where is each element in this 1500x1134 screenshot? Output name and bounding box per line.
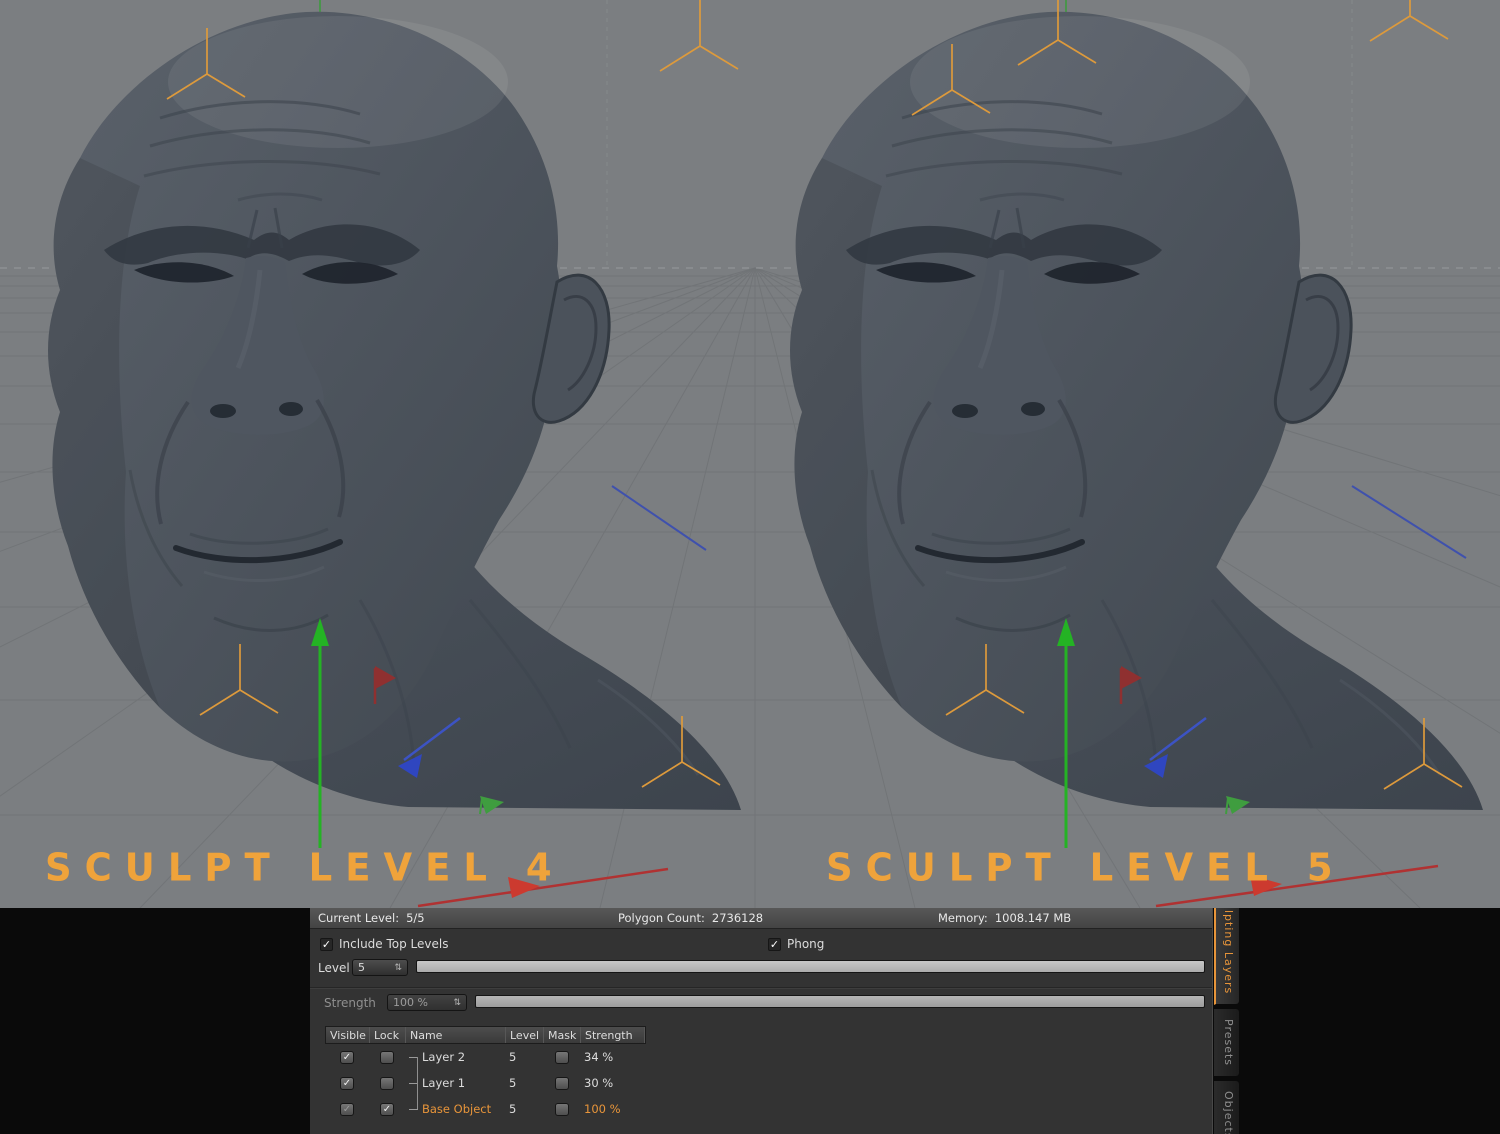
level-label: Level: [318, 961, 350, 975]
memory-label: Memory:: [938, 911, 988, 925]
tab-sculpting-layers[interactable]: Sculpting Layers: [1214, 908, 1240, 1006]
strength-dropdown[interactable]: 100 % ⇅: [387, 994, 467, 1011]
header-name: Name: [406, 1027, 506, 1043]
layer-level: 5: [509, 1050, 517, 1064]
panel-content: Current Level: 5/5 Polygon Count: 2736128 …: [310, 908, 1213, 1134]
current-level-value: 5/5: [406, 911, 425, 925]
layer-name[interactable]: Base Object: [422, 1102, 491, 1116]
panel-statusbar: Current Level: 5/5 Polygon Count: 2736128 …: [310, 908, 1212, 929]
include-top-levels-label: Include Top Levels: [339, 937, 449, 951]
visible-checkbox[interactable]: ✓: [340, 1076, 354, 1090]
tab-presets[interactable]: Presets: [1214, 1008, 1240, 1078]
mask-checkbox[interactable]: [554, 1102, 569, 1116]
side-tab-strip: Sculpting Layers Presets Objects: [1214, 908, 1251, 1134]
strength-value: 100 %: [393, 996, 428, 1009]
layer-row-layer1[interactable]: ✓ Layer 1 5 30 %: [325, 1070, 646, 1096]
memory-status: Memory: 1008.147 MB: [938, 911, 1071, 925]
sculpting-layers-panel: Current Level: 5/5 Polygon Count: 2736128 …: [0, 908, 1500, 1134]
viewport-3d[interactable]: SCULPT LEVEL 4 SCULPT LEVEL 5: [0, 0, 1500, 908]
lock-checkbox[interactable]: ✓: [380, 1102, 394, 1116]
layer-row-layer2[interactable]: ✓ Layer 2 5 34 %: [325, 1044, 646, 1070]
viewport-canvas[interactable]: [0, 0, 1500, 908]
level-value: 5: [358, 961, 365, 974]
header-visible: Visible: [326, 1027, 370, 1043]
phong-label: Phong: [787, 937, 825, 951]
check-icon[interactable]: ✓: [768, 937, 781, 951]
polygon-count-label: Polygon Count:: [618, 911, 705, 925]
sculpt-level-4-label: SCULPT LEVEL 4: [45, 845, 565, 890]
header-mask: Mask: [544, 1027, 581, 1043]
layer-strength[interactable]: 34 %: [580, 1050, 644, 1064]
stepper-icon[interactable]: ⇅: [394, 963, 402, 973]
layer-strength[interactable]: 100 %: [580, 1102, 644, 1116]
layers-table: Visible Lock Name Level Mask Strength ✓ …: [325, 1026, 646, 1122]
strength-label: Strength: [324, 996, 376, 1010]
layer-name[interactable]: Layer 2: [422, 1050, 465, 1064]
polygon-count-status: Polygon Count: 2736128: [618, 911, 763, 925]
header-level: Level: [506, 1027, 544, 1043]
current-level-label: Current Level:: [318, 911, 400, 925]
lock-checkbox[interactable]: [380, 1050, 394, 1064]
level-dropdown[interactable]: 5 ⇅: [352, 959, 408, 976]
tab-objects[interactable]: Objects: [1214, 1080, 1240, 1134]
panel-divider: [310, 987, 1212, 989]
phong-checkbox[interactable]: ✓ Phong: [768, 935, 824, 953]
layer-row-base-object[interactable]: ✓ ✓ Base Object 5 100 %: [325, 1096, 646, 1122]
visible-checkbox[interactable]: ✓: [340, 1102, 354, 1116]
strength-slider[interactable]: [475, 995, 1205, 1008]
mask-checkbox[interactable]: [554, 1076, 569, 1090]
lock-checkbox[interactable]: [380, 1076, 394, 1090]
header-strength: Strength: [581, 1027, 645, 1043]
visible-checkbox[interactable]: ✓: [340, 1050, 354, 1064]
layer-level: 5: [509, 1102, 517, 1116]
memory-value: 1008.147 MB: [994, 911, 1072, 925]
tree-connector: [417, 1057, 418, 1109]
check-icon[interactable]: ✓: [320, 937, 333, 951]
sculpt-level-5-label: SCULPT LEVEL 5: [826, 845, 1346, 890]
include-top-levels-checkbox[interactable]: ✓ Include Top Levels: [320, 935, 449, 953]
header-lock: Lock: [370, 1027, 406, 1043]
layers-table-header: Visible Lock Name Level Mask Strength: [325, 1026, 646, 1044]
layer-level: 5: [509, 1076, 517, 1090]
level-slider[interactable]: [416, 960, 1205, 973]
polygon-count-value: 2736128: [711, 911, 764, 925]
mask-checkbox[interactable]: [554, 1050, 569, 1064]
layer-name[interactable]: Layer 1: [422, 1076, 465, 1090]
stepper-icon[interactable]: ⇅: [453, 998, 461, 1008]
current-level-status: Current Level: 5/5: [318, 911, 425, 925]
layer-strength[interactable]: 30 %: [580, 1076, 644, 1090]
